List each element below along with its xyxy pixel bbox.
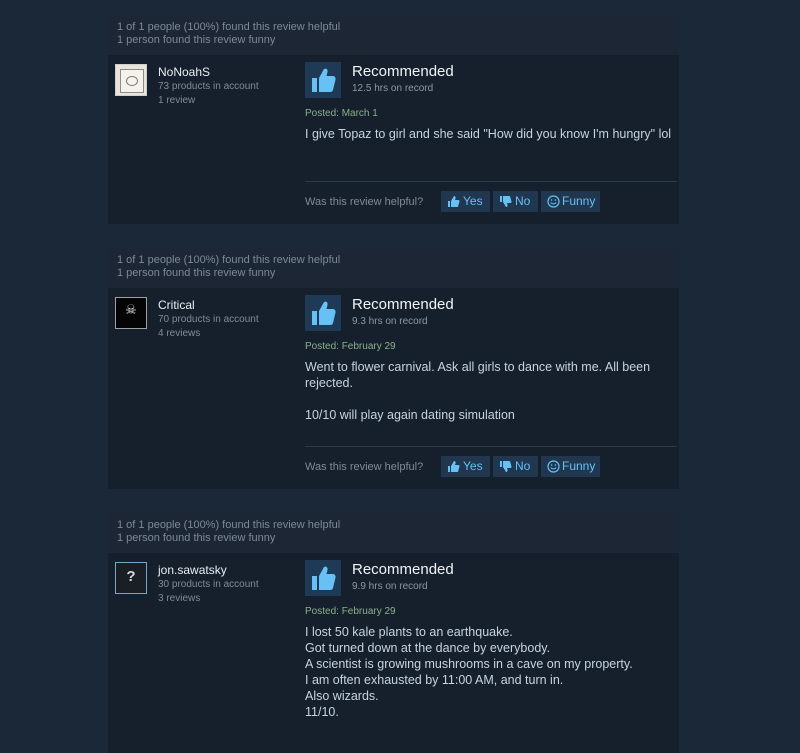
author-products[interactable]: 70 products in account	[158, 314, 259, 325]
author-name[interactable]: NoNoahS	[158, 65, 210, 79]
helpful-count-text: 1 of 1 people (100%) found this review h…	[117, 21, 341, 33]
vote-no-label: No	[515, 194, 531, 208]
vote-yes-label: Yes	[463, 459, 483, 473]
vote-funny-label: Funny	[562, 459, 596, 473]
review-paragraph: Went to flower carnival. Ask all girls t…	[305, 360, 651, 390]
author-products[interactable]: 30 products in account	[158, 579, 259, 590]
review-line: 11/10.	[305, 705, 339, 719]
thumbs-up-icon	[448, 461, 460, 472]
funny-count-text: 1 person found this review funny	[117, 532, 276, 544]
review-card: 1 of 1 people (100%) found this review h…	[108, 248, 679, 489]
review-card: 1 of 1 people (100%) found this review h…	[108, 513, 679, 753]
review-line: Got turned down at the dance by everybod…	[305, 641, 551, 655]
vote-funny-button[interactable]: Funny	[541, 191, 600, 212]
smiley-icon	[547, 195, 560, 208]
divider	[305, 181, 677, 182]
vote-funny-button[interactable]: Funny	[541, 456, 600, 477]
review-paragraph: 10/10 will play again dating simulation	[305, 408, 515, 422]
review-text: Went to flower carnival. Ask all girls t…	[305, 359, 675, 423]
thumbs-up-icon	[305, 295, 341, 331]
avatar[interactable]: ☠	[115, 297, 147, 329]
review-paragraph: I give Topaz to girl and she said "How d…	[305, 127, 672, 141]
review-card: 1 of 1 people (100%) found this review h…	[108, 15, 679, 224]
skull-crossbones-icon: ☠	[125, 303, 137, 318]
funny-count-text: 1 person found this review funny	[117, 34, 276, 46]
review-header: 1 of 1 people (100%) found this review h…	[108, 15, 679, 55]
review-text: I lost 50 kale plants to an earthquake. …	[305, 624, 675, 720]
review-text: I give Topaz to girl and she said "How d…	[305, 126, 675, 142]
review-line: I lost 50 kale plants to an earthquake.	[305, 625, 513, 639]
avatar[interactable]: ?	[115, 562, 147, 594]
review-line: A scientist is growing mushrooms in a ca…	[305, 657, 633, 671]
vote-no-button[interactable]: No	[493, 191, 538, 212]
author-reviews[interactable]: 4 reviews	[158, 328, 200, 339]
helpful-prompt: Was this review helpful?	[305, 461, 424, 473]
smiley-icon	[547, 460, 560, 473]
author-reviews[interactable]: 3 reviews	[158, 593, 200, 604]
divider	[305, 446, 677, 447]
vote-yes-button[interactable]: Yes	[441, 456, 490, 477]
thumbs-down-icon	[500, 461, 512, 472]
author-reviews[interactable]: 1 review	[158, 95, 195, 106]
thumbs-up-icon	[305, 560, 341, 596]
review-header: 1 of 1 people (100%) found this review h…	[108, 513, 679, 553]
thumbs-up-icon	[448, 196, 460, 207]
vote-funny-label: Funny	[562, 194, 596, 208]
author-products[interactable]: 73 products in account	[158, 81, 259, 92]
posted-date: Posted: February 29	[305, 606, 396, 617]
question-mark-icon: ?	[126, 568, 136, 585]
verdict-title[interactable]: Recommended	[352, 561, 454, 578]
helpful-count-text: 1 of 1 people (100%) found this review h…	[117, 519, 341, 531]
review-line: I am often exhausted by 11:00 AM, and tu…	[305, 673, 564, 687]
review-line: Also wizards.	[305, 689, 379, 703]
vote-no-label: No	[515, 459, 531, 473]
avatar[interactable]	[115, 64, 147, 96]
framed-picture-icon	[120, 69, 144, 93]
hours-on-record: 9.3 hrs on record	[352, 316, 428, 327]
verdict-title[interactable]: Recommended	[352, 63, 454, 80]
verdict-title[interactable]: Recommended	[352, 296, 454, 313]
helpful-prompt: Was this review helpful?	[305, 196, 424, 208]
helpful-count-text: 1 of 1 people (100%) found this review h…	[117, 254, 341, 266]
thumbs-down-icon	[500, 196, 512, 207]
hours-on-record: 9.9 hrs on record	[352, 581, 428, 592]
funny-count-text: 1 person found this review funny	[117, 267, 276, 279]
posted-date: Posted: February 29	[305, 341, 396, 352]
vote-no-button[interactable]: No	[493, 456, 538, 477]
vote-yes-label: Yes	[463, 194, 483, 208]
posted-date: Posted: March 1	[305, 108, 378, 119]
thumbs-up-icon	[305, 62, 341, 98]
author-name[interactable]: jon.sawatsky	[158, 563, 227, 577]
vote-yes-button[interactable]: Yes	[441, 191, 490, 212]
review-header: 1 of 1 people (100%) found this review h…	[108, 248, 679, 288]
author-name[interactable]: Critical	[158, 298, 195, 312]
hours-on-record: 12.5 hrs on record	[352, 83, 434, 94]
